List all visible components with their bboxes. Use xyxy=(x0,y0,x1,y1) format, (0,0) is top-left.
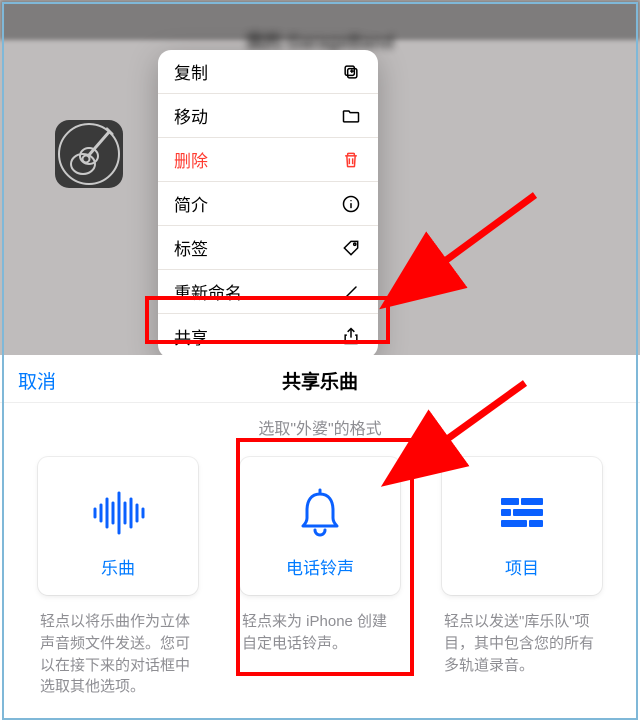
copy-icon xyxy=(340,61,362,83)
share-card-project[interactable]: 项目 xyxy=(442,457,602,595)
bell-icon xyxy=(291,484,349,542)
garageband-app-icon[interactable] xyxy=(55,120,123,188)
menu-item-rename[interactable]: 重新命名 xyxy=(158,270,378,314)
share-icon xyxy=(340,325,362,347)
menu-item-share[interactable]: 共享 xyxy=(158,314,378,355)
menu-label: 移动 xyxy=(174,103,208,128)
pencil-icon xyxy=(340,281,362,303)
menu-label: 标签 xyxy=(174,235,208,260)
menu-label: 简介 xyxy=(174,191,208,216)
menu-item-copy[interactable]: 复制 xyxy=(158,50,378,94)
share-card-song[interactable]: 乐曲 xyxy=(38,457,198,595)
card-label: 项目 xyxy=(505,554,539,579)
menu-item-move[interactable]: 移动 xyxy=(158,94,378,138)
tag-icon xyxy=(340,237,362,259)
menu-item-delete[interactable]: 删除 xyxy=(158,138,378,182)
share-option-song: 乐曲 轻点以将乐曲作为立体声音频文件发送。您可以在接下来的对话框中选取其他选项。 xyxy=(38,457,198,698)
share-sheet-title: 共享乐曲 xyxy=(0,367,640,394)
background-dimmed-area: 我的 GarageBand 复制 移动 删除 xyxy=(0,0,640,355)
trash-icon xyxy=(340,149,362,171)
menu-label: 删除 xyxy=(174,147,208,172)
share-option-ringtone: 电话铃声 轻点来为 iPhone 创建自定电话铃声。 xyxy=(240,457,400,698)
share-option-project: 项目 轻点以发送"库乐队"项目，其中包含您的所有多轨道录音。 xyxy=(442,457,602,698)
card-label: 乐曲 xyxy=(101,554,135,579)
card-label: 电话铃声 xyxy=(286,554,354,579)
card-description: 轻点以发送"库乐队"项目，其中包含您的所有多轨道录音。 xyxy=(442,611,602,676)
waveform-icon xyxy=(89,484,147,542)
share-sheet-subtitle: 选取"外婆"的格式 xyxy=(0,415,640,439)
menu-item-tags[interactable]: 标签 xyxy=(158,226,378,270)
tracks-icon xyxy=(493,484,551,542)
folder-icon xyxy=(340,105,362,127)
menu-label: 复制 xyxy=(174,59,208,84)
menu-label: 重新命名 xyxy=(174,279,242,304)
context-menu: 复制 移动 删除 简介 标签 xyxy=(158,50,378,355)
menu-item-info[interactable]: 简介 xyxy=(158,182,378,226)
card-description: 轻点以将乐曲作为立体声音频文件发送。您可以在接下来的对话框中选取其他选项。 xyxy=(38,611,198,698)
info-icon xyxy=(340,193,362,215)
card-description: 轻点来为 iPhone 创建自定电话铃声。 xyxy=(240,611,400,655)
menu-label: 共享 xyxy=(174,324,208,349)
share-sheet: 取消 共享乐曲 选取"外婆"的格式 xyxy=(0,355,640,722)
share-card-ringtone[interactable]: 电话铃声 xyxy=(240,457,400,595)
guitar-icon xyxy=(55,120,123,188)
